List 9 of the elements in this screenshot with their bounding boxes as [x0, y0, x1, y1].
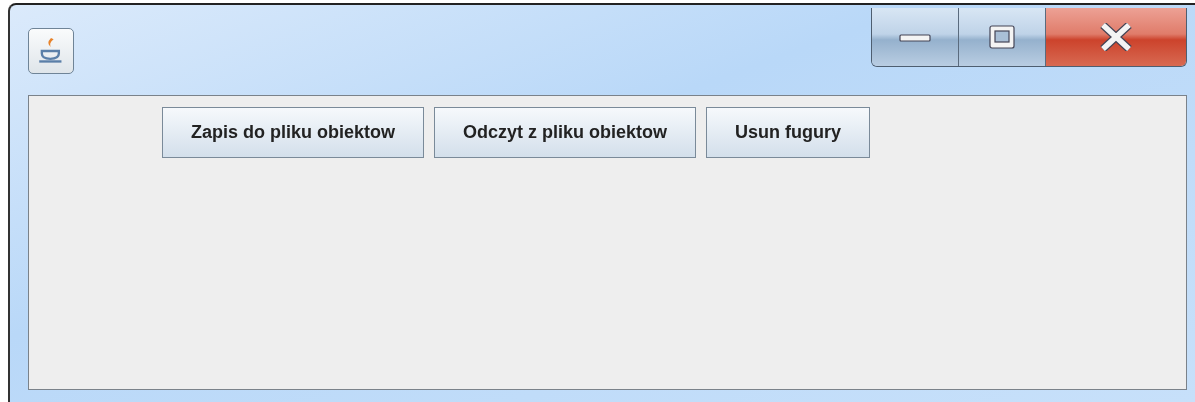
- maximize-button[interactable]: [959, 8, 1046, 66]
- close-button[interactable]: [1046, 8, 1186, 66]
- minimize-button[interactable]: [872, 8, 959, 66]
- maximize-icon: [988, 24, 1016, 50]
- action-button[interactable]: Usun fugury: [706, 107, 871, 158]
- cup-icon[interactable]: [28, 28, 74, 74]
- action-button[interactable]: Odczyt z pliku obiektow: [434, 107, 697, 158]
- action-button[interactable]: Zapis do pliku obiektow: [162, 107, 424, 158]
- close-icon: [1099, 23, 1133, 51]
